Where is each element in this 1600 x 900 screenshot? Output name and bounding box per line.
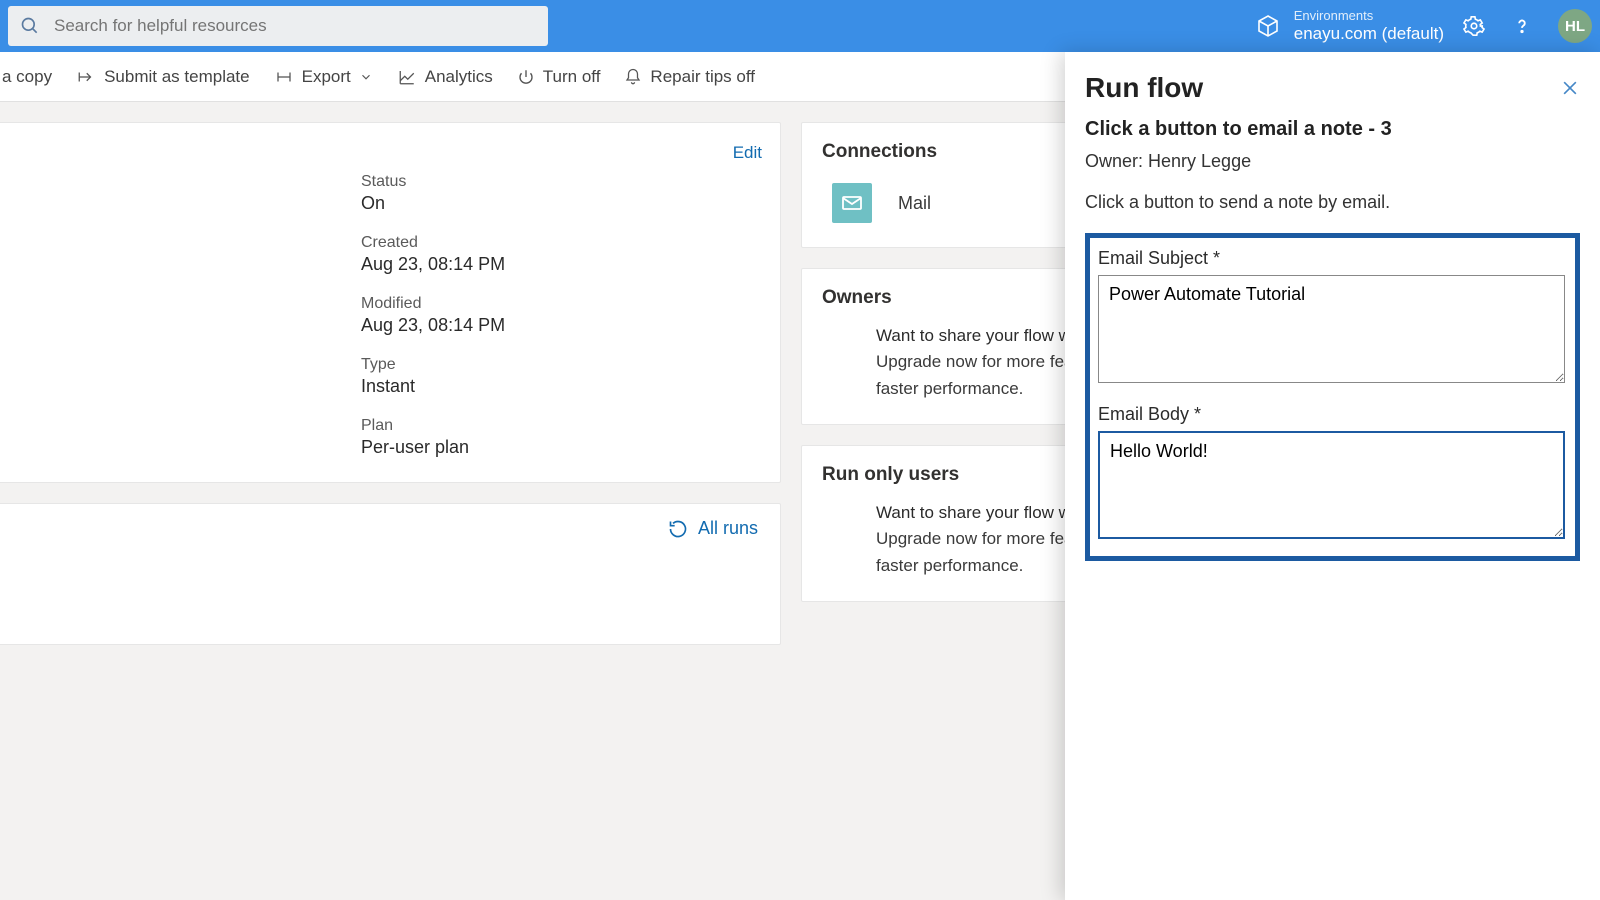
environment-icon xyxy=(1256,14,1280,38)
search-box[interactable] xyxy=(8,6,548,46)
connection-name: Mail xyxy=(898,193,931,214)
email-subject-label: Email Subject * xyxy=(1098,248,1565,269)
type-value: Instant xyxy=(361,376,780,397)
help-icon xyxy=(1511,15,1533,37)
analytics-label: Analytics xyxy=(425,67,493,87)
modified-value: Aug 23, 08:14 PM xyxy=(361,315,780,336)
submit-icon xyxy=(76,68,96,86)
submit-template-button[interactable]: Submit as template xyxy=(76,67,250,87)
panel-description: Click a button to send a note by email. xyxy=(1085,192,1580,213)
modified-label: Modified xyxy=(361,295,780,313)
status-label: Status xyxy=(361,173,780,191)
turn-off-button[interactable]: Turn off xyxy=(517,67,601,87)
close-panel-button[interactable] xyxy=(1560,78,1580,104)
settings-button[interactable] xyxy=(1456,8,1492,44)
analytics-button[interactable]: Analytics xyxy=(397,67,493,87)
export-label: Export xyxy=(302,67,351,87)
email-subject-input[interactable] xyxy=(1098,275,1565,383)
submit-template-label: Submit as template xyxy=(104,67,250,87)
environment-name: enayu.com (default) xyxy=(1294,24,1444,44)
repair-tips-button[interactable]: Repair tips off xyxy=(624,67,755,87)
turn-off-label: Turn off xyxy=(543,67,601,87)
user-avatar[interactable]: HL xyxy=(1558,9,1592,43)
gear-icon xyxy=(1463,15,1485,37)
environment-picker[interactable]: Environments enayu.com (default) xyxy=(1256,9,1444,43)
run-flow-form: Email Subject * Email Body * xyxy=(1085,233,1580,561)
search-icon xyxy=(20,16,40,36)
close-icon xyxy=(1560,78,1580,98)
created-value: Aug 23, 08:14 PM xyxy=(361,254,780,275)
mail-icon xyxy=(840,191,864,215)
panel-owner: Owner: Henry Legge xyxy=(1085,151,1580,172)
refresh-icon xyxy=(668,519,688,539)
run-history-card: All runs xyxy=(0,503,781,645)
run-flow-panel: Run flow Click a button to email a note … xyxy=(1065,52,1600,900)
all-runs-link[interactable]: All runs xyxy=(668,518,758,539)
edit-link[interactable]: Edit xyxy=(0,137,780,163)
export-button[interactable]: Export xyxy=(274,67,373,87)
panel-subtitle: Click a button to email a note - 3 xyxy=(1085,118,1580,141)
repair-tips-label: Repair tips off xyxy=(650,67,755,87)
plan-label: Plan xyxy=(361,417,780,435)
environment-label: Environments xyxy=(1294,9,1444,24)
chevron-down-icon xyxy=(359,70,373,84)
analytics-icon xyxy=(397,68,417,86)
panel-title: Run flow xyxy=(1085,72,1580,104)
help-button[interactable] xyxy=(1504,8,1540,44)
power-icon xyxy=(517,68,535,86)
email-body-input[interactable] xyxy=(1098,431,1565,539)
flow-details-card: Edit Status On Created Aug 23, 08:14 PM … xyxy=(0,122,781,483)
mail-connection-icon xyxy=(832,183,872,223)
bell-icon xyxy=(624,68,642,86)
export-icon xyxy=(274,68,294,86)
save-copy-button[interactable]: a copy xyxy=(2,67,52,87)
search-input[interactable] xyxy=(54,16,536,36)
status-value: On xyxy=(361,193,780,214)
plan-value: Per-user plan xyxy=(361,437,780,458)
app-header: Environments enayu.com (default) HL xyxy=(0,0,1600,52)
all-runs-label: All runs xyxy=(698,518,758,539)
type-label: Type xyxy=(361,356,780,374)
email-body-label: Email Body * xyxy=(1098,404,1565,425)
created-label: Created xyxy=(361,234,780,252)
